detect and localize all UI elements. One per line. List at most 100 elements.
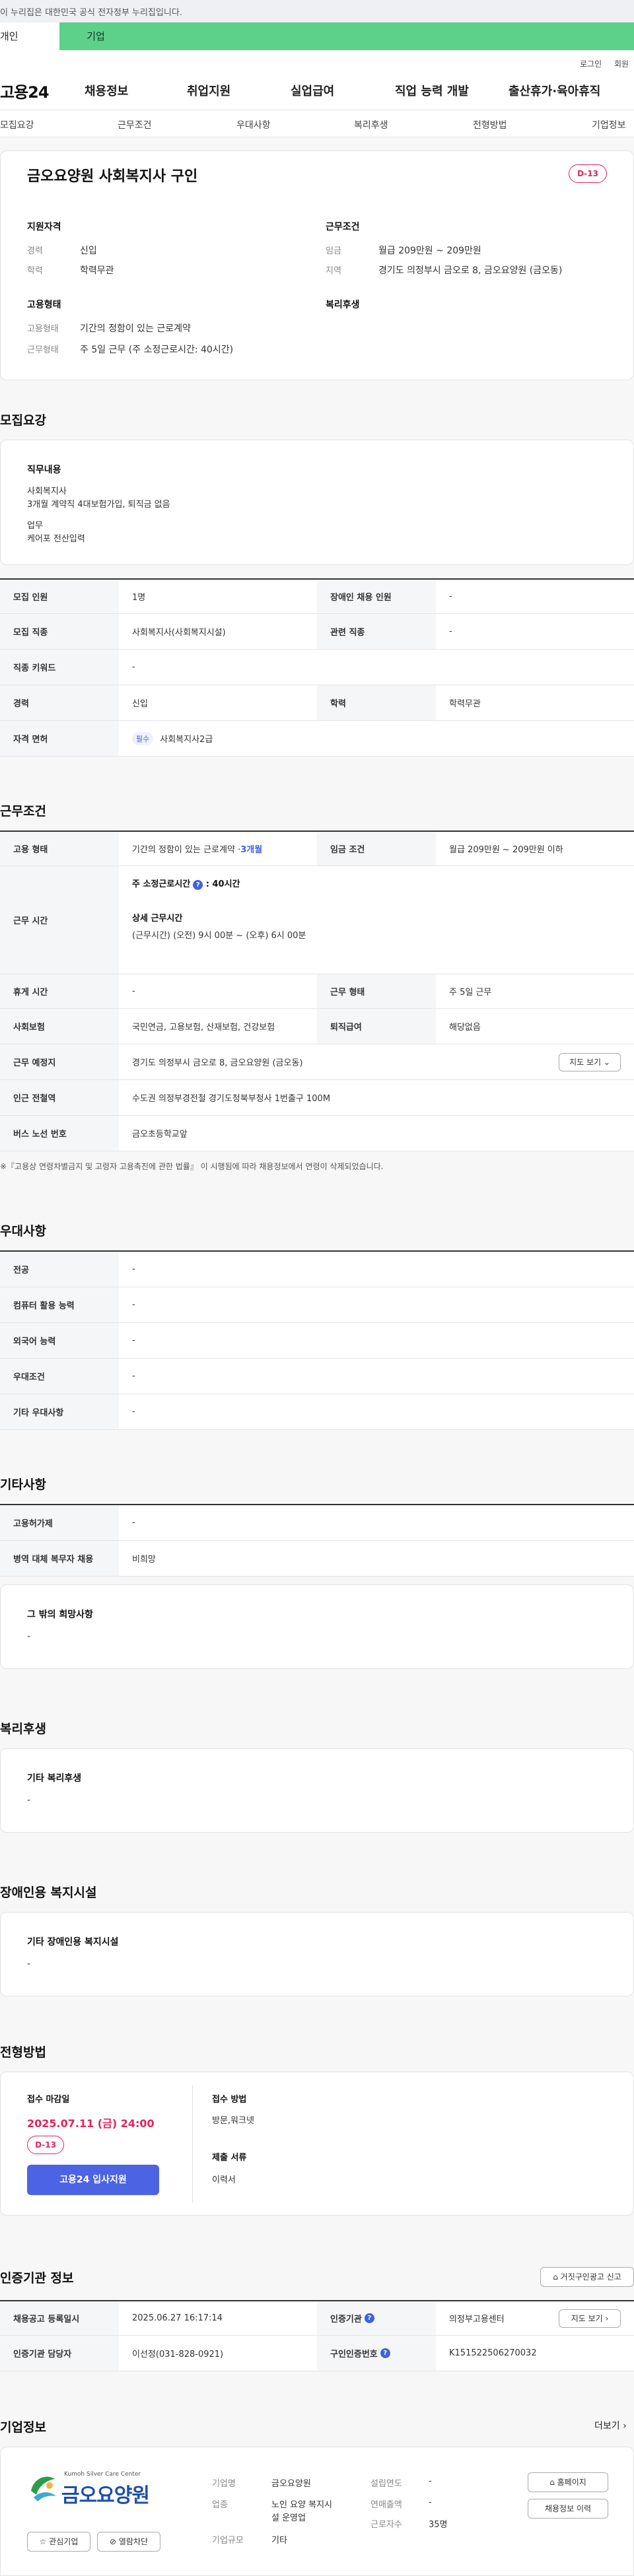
map-button-label: 지도 보기 bbox=[569, 1058, 602, 1067]
duty-line: 3개월 계약직 4대보험가입, 퇴직금 없음 bbox=[27, 500, 170, 510]
table-cell: 수도권 의정부경전철 경기도청북부청사 1번출구 100M bbox=[132, 1094, 331, 1104]
work-title: 근무조건 bbox=[0, 804, 46, 819]
cert-table: 채용공고 등록일시 2025.06.27 16:17:14 인증기관? 의정부고… bbox=[0, 2300, 634, 2371]
tab-personal-label: 개인 bbox=[0, 30, 18, 42]
disabled-card: 기타 장애인용 복지시설 - bbox=[0, 1912, 634, 1996]
site-logo[interactable]: 고용24 bbox=[0, 79, 50, 102]
table-cell: - bbox=[132, 662, 135, 672]
favorite-company-button[interactable]: ☆ 관심기업 bbox=[27, 2532, 90, 2552]
table-row: 컴퓨터 활용 능력 - bbox=[0, 1287, 634, 1323]
info-icon[interactable]: ? bbox=[193, 880, 203, 890]
divider bbox=[192, 2085, 193, 2203]
chevron-right-icon: › bbox=[605, 2314, 609, 2323]
revenue-value: - bbox=[429, 2497, 432, 2507]
table-header: 모집 인원 bbox=[0, 580, 119, 613]
table-cell: - bbox=[449, 592, 452, 601]
welfare-title: 복리후생 bbox=[0, 1722, 46, 1736]
chevron-down-icon: ⌄ bbox=[603, 1058, 610, 1067]
industry-label: 업종 bbox=[212, 2500, 228, 2510]
anchor-work[interactable]: 근무조건 bbox=[118, 118, 152, 131]
disabled-box-value: - bbox=[27, 1959, 31, 1969]
nav-vocational-training[interactable]: 직업 능력 개발 bbox=[395, 82, 469, 99]
gov-banner: 이 누리집은 대한민국 공식 전자정부 누리집입니다. bbox=[0, 0, 634, 22]
nav-maternity-leave[interactable]: 출산휴가·육아휴직 bbox=[509, 82, 600, 99]
table-header: 버스 노선 번호 bbox=[0, 1116, 119, 1151]
tab-personal[interactable]: 개인 bbox=[0, 22, 59, 50]
agency-map-button[interactable]: 지도 보기 › bbox=[559, 2309, 621, 2328]
table-cell: - bbox=[449, 627, 452, 636]
table-row: 근무 예정지 경기도 의정부시 금오로 8, 금오요양원 (금오동) 지도 보기… bbox=[0, 1044, 634, 1080]
emp-type-value: 기간의 정함이 있는 근로계약 · bbox=[132, 845, 241, 855]
weekly-hours-label: 주 소정근로시간 bbox=[132, 879, 191, 889]
emp-label: 고용형태 bbox=[27, 324, 59, 334]
qual-label: 경력 bbox=[27, 246, 43, 256]
revenue-label: 연매출액 bbox=[370, 2500, 402, 2510]
contract-period: 3개월 bbox=[240, 845, 263, 855]
favorite-label: 관심기업 bbox=[49, 2537, 79, 2546]
anchor-pref[interactable]: 우대사항 bbox=[236, 118, 271, 131]
table-header: 직종 키워드 bbox=[0, 650, 119, 685]
etc-wish-value: - bbox=[27, 1631, 31, 1642]
cond-label: 임금 bbox=[326, 246, 341, 256]
duty-line: 케어포 전산입력 bbox=[27, 534, 85, 544]
license-value: 사회복지사2급 bbox=[160, 735, 213, 745]
table-row: 전공 - bbox=[0, 1252, 634, 1287]
apply-button[interactable]: 고용24 입사지원 bbox=[27, 2165, 159, 2195]
detail-hours-title: 상세 근무시간 bbox=[132, 914, 183, 924]
company-more-link[interactable]: 더보기 › bbox=[594, 2419, 627, 2432]
info-icon[interactable]: ? bbox=[380, 2348, 390, 2358]
table-cell: - bbox=[132, 1336, 135, 1345]
pref-table: 전공 - 컴퓨터 활용 능력 - 외국어 능력 - 우대조건 - 기타 우대사항 - bbox=[0, 1250, 634, 1430]
homepage-button[interactable]: ⌂ 홈페이지 bbox=[528, 2472, 608, 2492]
nav-jobs[interactable]: 채용정보 bbox=[85, 82, 128, 99]
job-title: 금오요양원 사회복지사 구인 bbox=[27, 168, 198, 185]
table-header: 근무 시간 bbox=[0, 866, 119, 974]
global-nav: 고용24 채용정보 취업지원 실업급여 직업 능력 개발 출산휴가·육아휴직 bbox=[0, 70, 634, 110]
company-size-value: 기타 bbox=[271, 2536, 287, 2546]
tab-business[interactable]: 기업 bbox=[59, 22, 132, 50]
nav-unemployment-benefit[interactable]: 실업급여 bbox=[291, 82, 334, 99]
job-summary-card: 금오요양원 사회복지사 구인 D-13 지원자격 경력 신입 학력 학력무관 근… bbox=[0, 151, 634, 380]
table-row: 기타 우대사항 - bbox=[0, 1394, 634, 1430]
anchor-welfare[interactable]: 복리후생 bbox=[354, 118, 388, 131]
table-cell: - bbox=[132, 1518, 135, 1528]
report-fake-ad-button[interactable]: ⌂ 거짓구인광고 신고 bbox=[540, 2267, 634, 2287]
anchor-selection[interactable]: 전형방법 bbox=[473, 118, 507, 131]
table-cell: 1명 bbox=[132, 593, 146, 603]
table-header: 임금 조건 bbox=[317, 832, 436, 865]
job-history-button[interactable]: 채용정보 이력 bbox=[528, 2499, 608, 2519]
user-type-tabs: 개인 기업 bbox=[0, 22, 634, 50]
founded-value: - bbox=[429, 2476, 432, 2486]
anchor-company[interactable]: 기업정보 bbox=[592, 118, 626, 131]
qual-value: 학력무관 bbox=[80, 265, 114, 276]
info-icon[interactable]: ? bbox=[364, 2313, 374, 2323]
pref-title: 우대사항 bbox=[0, 1224, 46, 1238]
duty-card: 직무내용 사회복지사 3개월 계약직 4대보험가입, 퇴직금 없음 업무 케어포… bbox=[0, 440, 634, 565]
table-row: 버스 노선 번호 금오초등학교앞 bbox=[0, 1116, 634, 1151]
map-button[interactable]: 지도 보기 ⌄ bbox=[559, 1053, 621, 1071]
table-row: 고용 형태 기간의 정함이 있는 근로계약 · 3개월 임금 조건 월급 209… bbox=[0, 832, 634, 866]
anchor-recruit[interactable]: 모집요강 bbox=[0, 118, 34, 131]
company-size-label: 기업규모 bbox=[212, 2536, 244, 2546]
work-table: 고용 형태 기간의 정함이 있는 근로계약 · 3개월 임금 조건 월급 209… bbox=[0, 830, 634, 1151]
industry-value: 노인 요양 복지시 bbox=[271, 2500, 332, 2510]
login-link[interactable]: 로그인 bbox=[580, 58, 602, 69]
company-title: 기업정보 bbox=[0, 2420, 46, 2435]
nav-employment-support[interactable]: 취업지원 bbox=[187, 82, 230, 99]
table-header: 인근 전철역 bbox=[0, 1080, 119, 1115]
deadline-value: 2025.07.11 (금) 24:00 bbox=[27, 2117, 155, 2130]
table-cell: 2025.06.27 16:17:14 bbox=[132, 2313, 223, 2323]
home-icon: ⌂ bbox=[549, 2478, 555, 2487]
block-icon: ⊘ bbox=[109, 2537, 117, 2546]
table-row: 인근 전철역 수도권 의정부경전철 경기도청북부청사 1번출구 100M bbox=[0, 1080, 634, 1116]
detail-hours-value: (근무시간) (오전) 9시 00분 ~ (오후) 6시 00분 bbox=[132, 931, 306, 941]
deadline-label: 접수 마감일 bbox=[27, 2095, 70, 2105]
table-header: 채용공고 등록일시 bbox=[0, 2301, 119, 2335]
table-cell: 신입 bbox=[132, 699, 148, 709]
employee-count-label: 근로자수 bbox=[370, 2520, 402, 2530]
block-view-button[interactable]: ⊘ 열람차단 bbox=[97, 2532, 160, 2552]
table-cell: K151522506270032 bbox=[449, 2348, 537, 2358]
duty-heading: 직무내용 bbox=[27, 465, 61, 475]
cond-heading: 근무조건 bbox=[326, 222, 360, 232]
section-anchor-tabs: 모집요강 근무조건 우대사항 복리후생 전형방법 기업정보 bbox=[0, 110, 634, 137]
